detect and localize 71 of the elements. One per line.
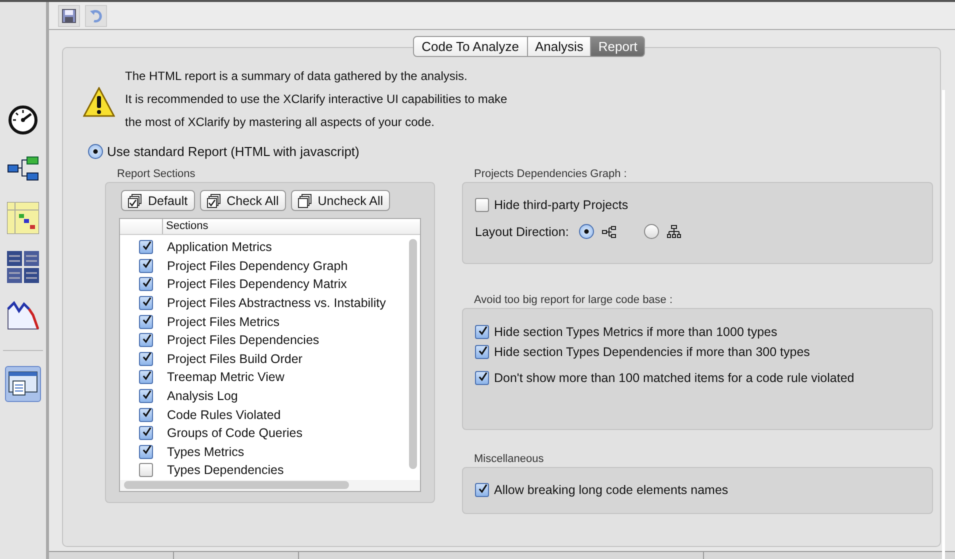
tab[interactable]: Report xyxy=(591,36,646,57)
radio-button[interactable] xyxy=(644,224,659,239)
default-button[interactable]: Default xyxy=(121,190,195,211)
section-name: Code Rules Violated xyxy=(167,408,281,422)
gauge-view-icon[interactable] xyxy=(6,103,40,137)
checkbox[interactable] xyxy=(139,370,153,384)
field-label: Layout Direction: xyxy=(475,224,569,238)
section-name: Project Files Dependency Graph xyxy=(167,258,348,273)
radio-label: Use standard Report (HTML with javascript) xyxy=(107,144,360,159)
checkbox[interactable] xyxy=(139,463,153,478)
group-title: Report Sections xyxy=(117,167,196,181)
group-title: Avoid too big report for large code base : xyxy=(474,293,674,307)
stacked-boxes-icon xyxy=(298,194,312,208)
column-header[interactable]: Sections xyxy=(163,219,208,234)
report-view-icon[interactable] xyxy=(5,366,41,402)
undo-icon xyxy=(89,9,103,23)
tab[interactable]: Analysis xyxy=(528,36,592,57)
checkbox[interactable] xyxy=(139,444,153,459)
notice-text: The HTML report is a summary of data gathered by the analysis. xyxy=(125,68,468,84)
checkbox[interactable] xyxy=(139,408,153,422)
warning-icon xyxy=(83,87,115,117)
notice-text: the most of XClarify by mastering all aspects of your code. xyxy=(125,114,436,130)
group-title: Miscellaneous xyxy=(474,452,545,466)
section-name: Treemap Metric View xyxy=(167,370,284,384)
checkbox[interactable] xyxy=(139,333,153,348)
scrollbar[interactable] xyxy=(409,239,417,469)
checkbox[interactable] xyxy=(475,345,489,359)
checkbox-label: Don't show more than 100 matched items for a code rule violated xyxy=(494,371,854,385)
section-name: Project Files Dependency Matrix xyxy=(167,277,347,292)
checkbox[interactable] xyxy=(475,371,489,385)
section-name: Groups of Code Queries xyxy=(167,426,302,440)
treemap-view-icon[interactable] xyxy=(6,250,40,284)
vertical-layout-icon xyxy=(666,225,681,238)
section-name: Types Dependencies xyxy=(167,463,284,478)
matrix-view-icon[interactable] xyxy=(6,201,40,235)
checkbox[interactable] xyxy=(139,426,153,440)
checkbox[interactable] xyxy=(475,483,489,497)
section-name: Project Files Abstractness vs. Instability xyxy=(167,296,386,310)
horizontal-layout-icon xyxy=(602,226,616,238)
tab[interactable]: Code To Analyze xyxy=(412,36,528,57)
stacked-checkboxes-icon xyxy=(206,194,221,208)
section-name: Project Files Metrics xyxy=(167,314,280,329)
section-name: Types Metrics xyxy=(167,444,244,459)
checkbox[interactable] xyxy=(139,296,153,310)
checkbox[interactable] xyxy=(139,389,153,404)
save-button[interactable] xyxy=(58,5,80,27)
notice-text: It is recommended to use the XClarify interactive UI capabilities to make xyxy=(125,91,508,107)
checkbox[interactable] xyxy=(139,240,153,254)
checkbox[interactable] xyxy=(139,352,153,366)
checkbox[interactable] xyxy=(475,325,489,339)
stacked-checkboxes-icon xyxy=(128,194,142,208)
section-name: Application Metrics xyxy=(167,240,272,254)
checkbox-label: Allow breaking long code elements names xyxy=(494,483,728,497)
section-name: Analysis Log xyxy=(167,389,238,404)
checkbox[interactable] xyxy=(139,258,153,273)
section-name: Project Files Dependencies xyxy=(167,333,320,348)
section-name: Project Files Build Order xyxy=(167,352,302,366)
radio-button[interactable] xyxy=(88,144,103,159)
uncheck-button[interactable]: Uncheck All xyxy=(290,190,390,211)
checkbox-label: Hide section Types Metrics if more than 1000 types xyxy=(494,325,778,339)
checkbox[interactable] xyxy=(475,198,489,212)
checkbox-label: Hide section Types Dependencies if more than 300 types xyxy=(494,345,810,359)
checkbox[interactable] xyxy=(139,277,153,292)
scrollbar[interactable] xyxy=(124,480,349,489)
checkbox-label: Hide third-party Projects xyxy=(494,198,628,212)
scrollbar[interactable] xyxy=(942,90,945,559)
checkbox[interactable] xyxy=(139,314,153,329)
check-button[interactable]: Check All xyxy=(200,190,286,211)
save-icon xyxy=(62,9,76,23)
group-title: Projects Dependencies Graph : xyxy=(474,167,628,181)
radio-button[interactable] xyxy=(578,224,594,239)
